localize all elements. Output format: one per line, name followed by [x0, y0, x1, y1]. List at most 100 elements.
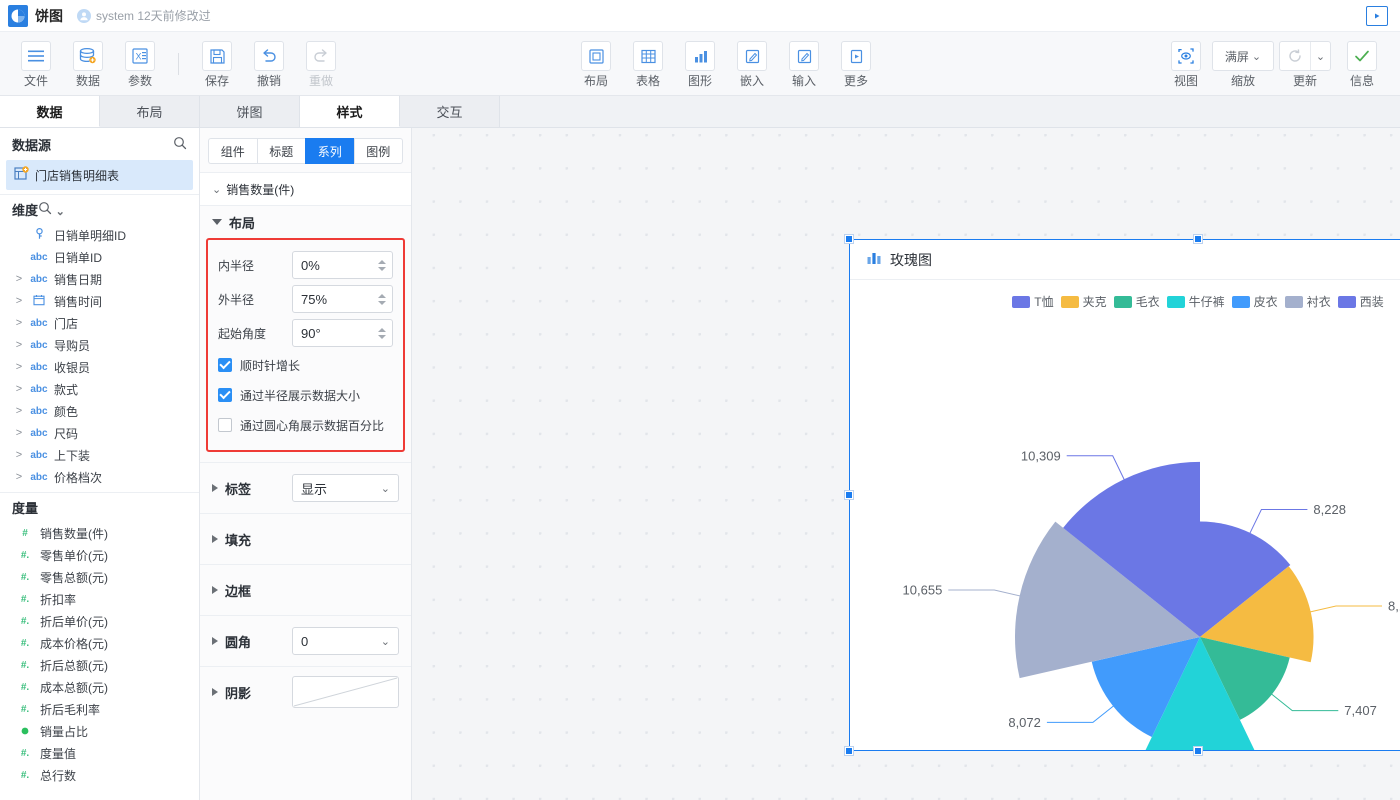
layout-group-header[interactable]: 布局 — [200, 206, 411, 238]
triangle-right-icon[interactable] — [212, 688, 218, 696]
measure-item[interactable]: #. 折后总额(元) — [0, 654, 199, 676]
prop-tab-legend[interactable]: 图例 — [354, 138, 404, 164]
dimension-item[interactable]: abc 日销单ID — [0, 246, 199, 268]
expand-icon[interactable]: > — [14, 339, 24, 351]
resize-handle-nw[interactable] — [845, 235, 853, 243]
dimension-item[interactable]: > 销售时间 — [0, 290, 199, 312]
angle-percent-checkbox-row[interactable]: 通过圆心角展示数据百分比 — [214, 410, 397, 440]
design-canvas[interactable]: 玫瑰图 T恤 夹克 毛衣 — [412, 128, 1400, 800]
tab-interaction[interactable]: 交互 — [400, 96, 500, 127]
stepper-up-icon[interactable] — [378, 294, 386, 298]
expand-icon[interactable]: > — [14, 427, 24, 439]
stepper-arrows[interactable] — [378, 294, 386, 305]
expand-icon[interactable]: > — [14, 405, 24, 417]
dimension-item[interactable]: > abc 款式 — [0, 378, 199, 400]
angle-percent-checkbox[interactable] — [218, 418, 232, 432]
present-play-icon[interactable] — [1366, 6, 1388, 26]
toolbar-button-redo[interactable]: 重做 — [295, 39, 347, 88]
resize-handle-w[interactable] — [845, 491, 853, 499]
toolbar-button-param[interactable]: X 参数 — [114, 39, 166, 88]
tab-data[interactable]: 数据 — [0, 96, 100, 127]
measure-item[interactable]: #. 折后毛利率 — [0, 698, 199, 720]
radius-size-checkbox[interactable] — [218, 388, 232, 402]
prop-tab-series[interactable]: 系列 — [305, 138, 354, 164]
prop-tab-component[interactable]: 组件 — [208, 138, 257, 164]
toolbar-button-embed[interactable]: 嵌入 — [726, 39, 778, 88]
zoom-select[interactable]: 满屏 ⌄ — [1212, 41, 1274, 71]
stepper-arrows[interactable] — [378, 328, 386, 339]
stepper-up-icon[interactable] — [378, 260, 386, 264]
inner-radius-input[interactable] — [299, 257, 386, 274]
measure-item[interactable]: #. 度量值 — [0, 742, 199, 764]
toolbar-button-table[interactable]: 表格 — [622, 39, 674, 88]
measure-item[interactable]: #. 总行数 — [0, 764, 199, 786]
dimension-item[interactable]: > abc 导购员 — [0, 334, 199, 356]
dimension-item[interactable]: > abc 收银员 — [0, 356, 199, 378]
toolbar-button-info[interactable]: 信息 — [1336, 39, 1388, 88]
refresh-dropdown-arrow[interactable]: ⌄ — [1310, 42, 1330, 70]
expand-icon[interactable]: > — [14, 471, 24, 483]
tab-pie[interactable]: 饼图 — [200, 96, 300, 127]
start-angle-stepper[interactable] — [292, 319, 393, 347]
outer-radius-input[interactable] — [299, 291, 386, 308]
datasource-item[interactable]: 门店销售明细表 — [6, 160, 193, 190]
toolbar-button-chart[interactable]: 图形 — [674, 39, 726, 88]
expand-icon[interactable]: > — [14, 295, 24, 307]
measure-item[interactable]: #. 折后单价(元) — [0, 610, 199, 632]
stepper-up-icon[interactable] — [378, 328, 386, 332]
inner-radius-stepper[interactable] — [292, 251, 393, 279]
clockwise-checkbox-row[interactable]: 顺时针增长 — [214, 350, 397, 380]
triangle-right-icon[interactable] — [212, 535, 218, 543]
toolbar-button-data[interactable]: 数据 — [62, 39, 114, 88]
triangle-right-icon[interactable] — [212, 637, 218, 645]
measure-item[interactable]: # 销售数量(件) — [0, 522, 199, 544]
toolbar-button-undo[interactable]: 撤销 — [243, 39, 295, 88]
expand-icon[interactable]: > — [14, 273, 24, 285]
stepper-down-icon[interactable] — [378, 335, 386, 339]
triangle-right-icon[interactable] — [212, 586, 218, 594]
stepper-arrows[interactable] — [378, 260, 386, 271]
toolbar-button-file[interactable]: 文件 — [10, 39, 62, 88]
dimension-item[interactable]: > abc 销售日期 — [0, 268, 199, 290]
measure-item[interactable]: 销量占比 — [0, 720, 199, 742]
expand-icon[interactable]: > — [14, 317, 24, 329]
search-icon[interactable] — [173, 136, 187, 153]
dimensions-search-icon[interactable] — [38, 203, 56, 218]
resize-handle-n[interactable] — [1194, 235, 1202, 243]
clockwise-checkbox[interactable] — [218, 358, 232, 372]
stepper-down-icon[interactable] — [378, 267, 386, 271]
stepper-down-icon[interactable] — [378, 301, 386, 305]
measure-item[interactable]: #. 成本总额(元) — [0, 676, 199, 698]
dimension-item[interactable]: > abc 尺码 — [0, 422, 199, 444]
radius-size-checkbox-row[interactable]: 通过半径展示数据大小 — [214, 380, 397, 410]
outer-radius-stepper[interactable] — [292, 285, 393, 313]
measure-item[interactable]: #. 零售总额(元) — [0, 566, 199, 588]
refresh-split-button[interactable]: ⌄ — [1279, 41, 1331, 71]
expand-icon[interactable]: > — [14, 383, 24, 395]
toolbar-button-input[interactable]: 输入 — [778, 39, 830, 88]
measure-item[interactable]: #. 成本价格(元) — [0, 632, 199, 654]
dimension-item[interactable]: > abc 上下装 — [0, 444, 199, 466]
dimension-item[interactable]: 日销单明细ID — [0, 224, 199, 246]
refresh-circle-icon[interactable] — [1280, 42, 1310, 70]
expand-icon[interactable]: > — [14, 361, 24, 373]
measure-item[interactable]: #. 零售单价(元) — [0, 544, 199, 566]
dimension-item[interactable]: > abc 门店 — [0, 312, 199, 334]
toolbar-button-layout[interactable]: 布局 — [570, 39, 622, 88]
dimension-item[interactable]: > abc 价格档次 — [0, 466, 199, 488]
expand-icon[interactable]: > — [14, 449, 24, 461]
shadow-gradient-preview[interactable] — [292, 676, 399, 708]
start-angle-input[interactable] — [299, 325, 386, 342]
dimension-item[interactable]: > abc 颜色 — [0, 400, 199, 422]
triangle-right-icon[interactable] — [212, 484, 218, 492]
dimensions-collapse-icon[interactable]: ⌄ — [56, 206, 65, 218]
measure-item[interactable]: #. 折扣率 — [0, 588, 199, 610]
corner-radius-select[interactable]: 0 ⌄ — [292, 627, 399, 655]
label-display-select[interactable]: 显示 ⌄ — [292, 474, 399, 502]
rose-chart[interactable]: 8,2288,1597,4078,7268,07210,65510,309 — [850, 302, 1400, 750]
toolbar-button-view[interactable]: 视图 — [1160, 39, 1212, 88]
prop-tab-title[interactable]: 标题 — [257, 138, 306, 164]
chart-widget[interactable]: 玫瑰图 T恤 夹克 毛衣 — [849, 239, 1400, 751]
toolbar-zoom-control[interactable]: 满屏 ⌄ 缩放 — [1212, 39, 1274, 88]
toolbar-button-save[interactable]: 保存 — [191, 39, 243, 88]
